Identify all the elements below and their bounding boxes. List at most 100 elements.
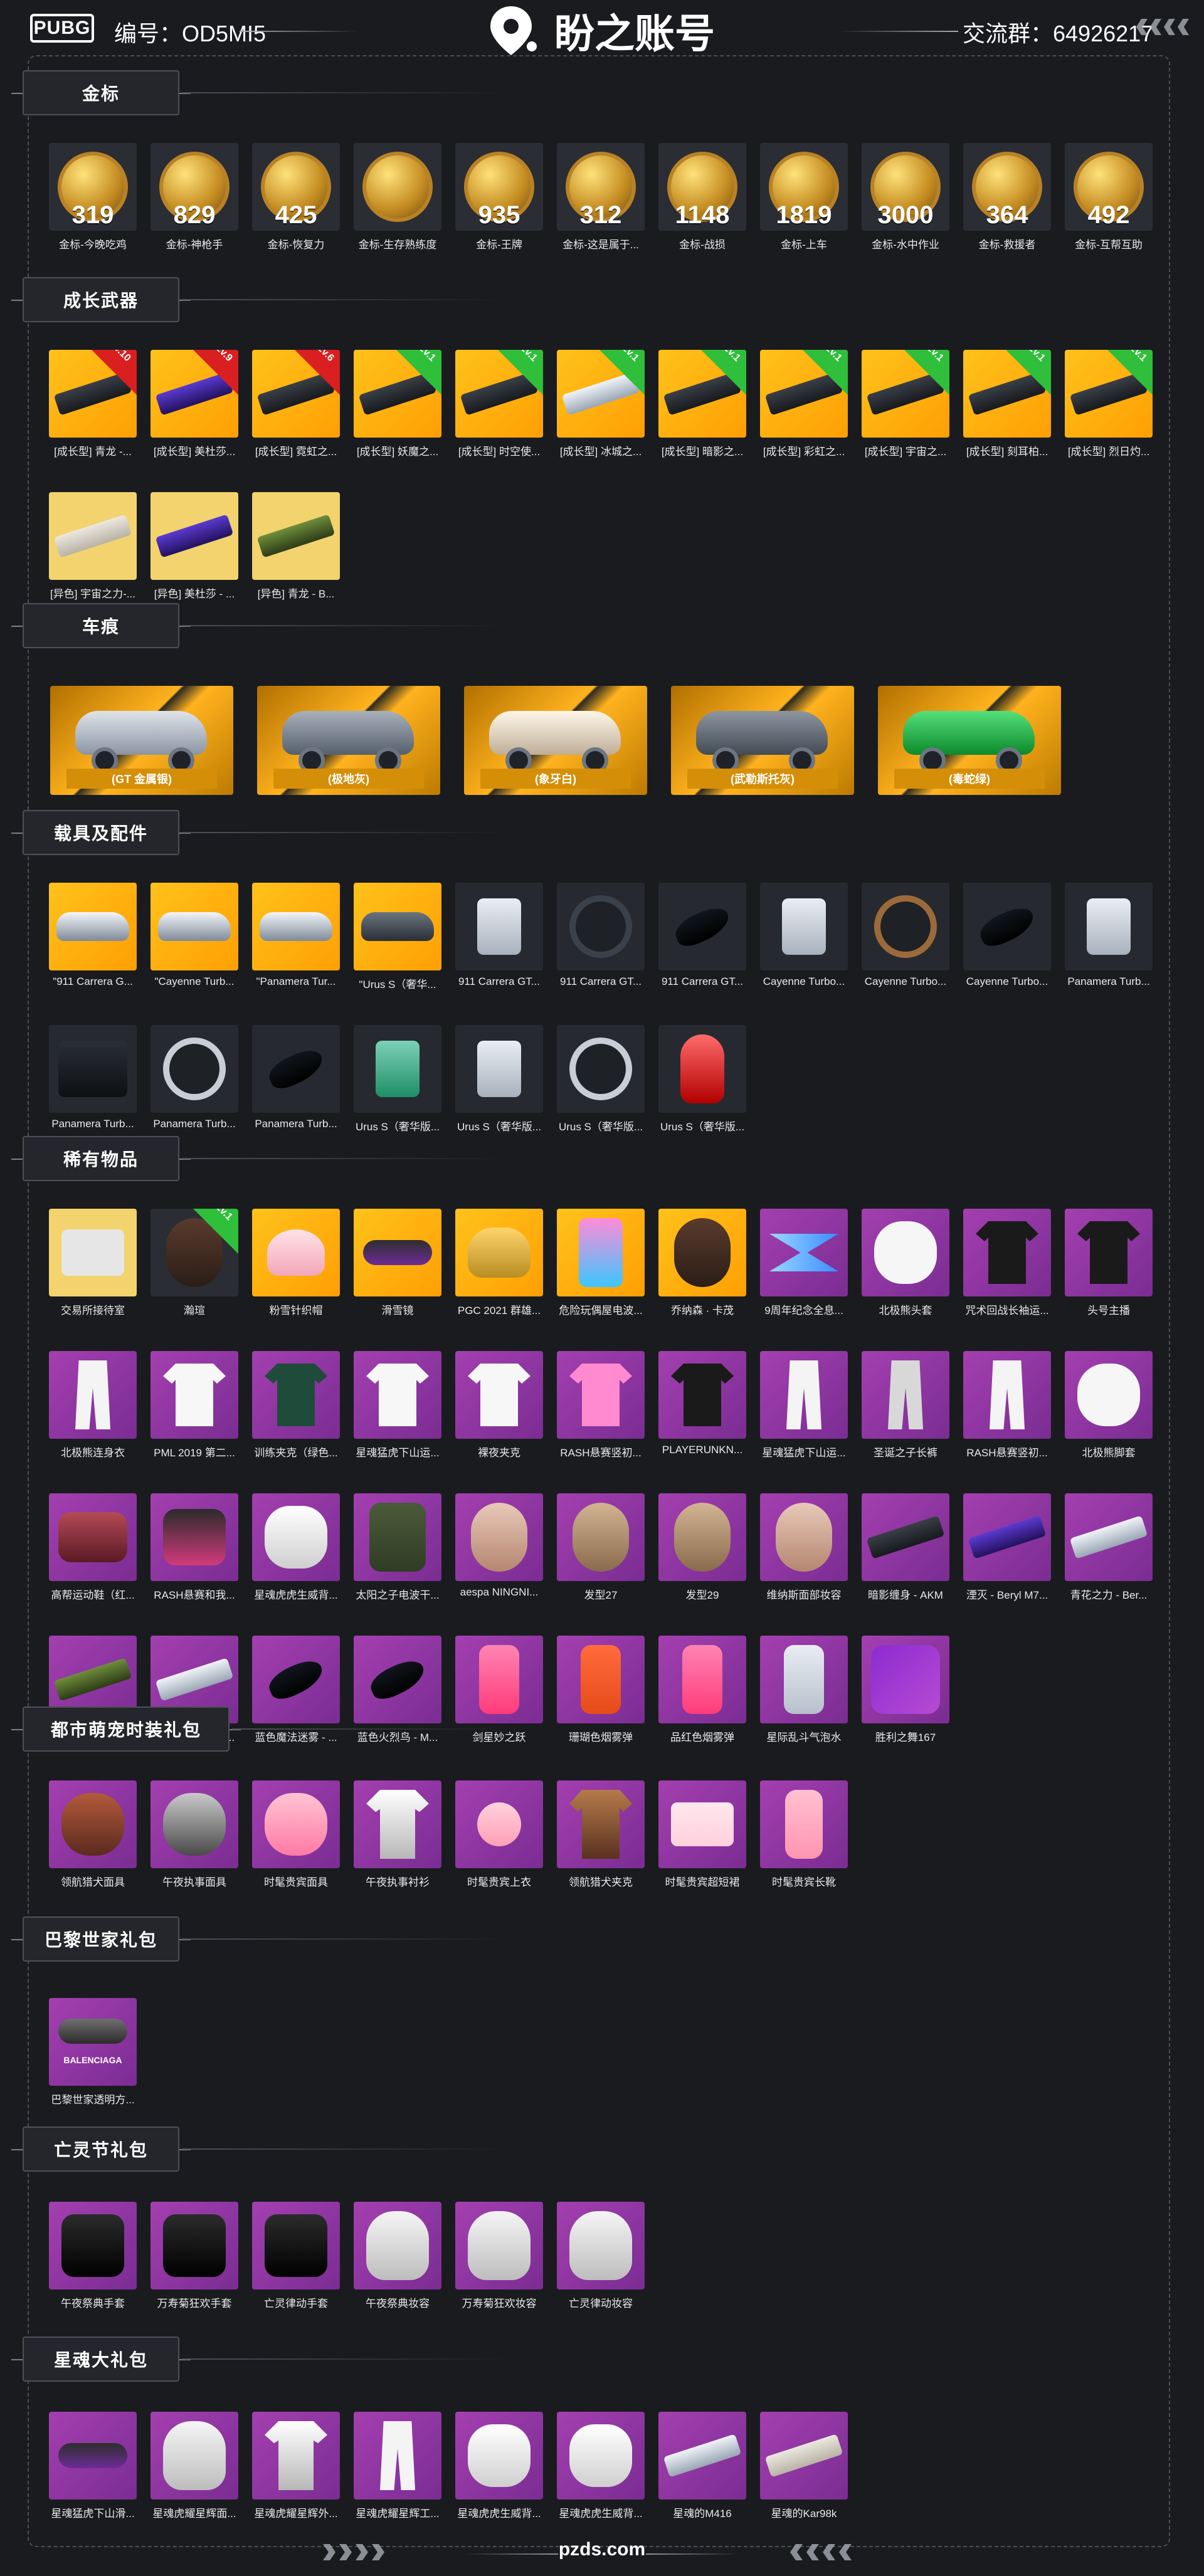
star-soul-item[interactable]: 星魂虎耀星辉面... — [150, 2412, 238, 2520]
rare-item[interactable]: 裸夜夹克 — [455, 1351, 543, 1459]
star-soul-item[interactable]: 星魂猛虎下山滑... — [49, 2412, 137, 2520]
star-soul-thumb[interactable] — [760, 2412, 848, 2500]
urban-pet-thumb[interactable] — [49, 1780, 137, 1868]
weapon-thumb[interactable]: Lv.1 — [455, 350, 543, 438]
dead-day-thumb[interactable] — [252, 2202, 340, 2289]
vehicle-part-thumb[interactable] — [557, 1025, 645, 1113]
rare-item[interactable]: 高帮运动鞋（红... — [49, 1493, 137, 1602]
rare-item[interactable]: 星魂猛虎下山运... — [760, 1351, 848, 1459]
rare-item[interactable]: 9周年纪念全息... — [760, 1209, 848, 1317]
vehicle-part-item[interactable]: "911 Carrera G... — [49, 883, 137, 991]
rare-item[interactable]: 北极熊连身衣 — [49, 1351, 137, 1459]
vehicle-card[interactable]: (极地灰) — [257, 686, 440, 795]
dead-day-thumb[interactable] — [455, 2202, 543, 2289]
rare-item-thumb[interactable] — [1065, 1209, 1153, 1296]
rare-item-thumb[interactable] — [963, 1493, 1051, 1581]
rare-item-thumb[interactable]: Lv.1 — [150, 1209, 238, 1296]
rare-item[interactable]: 北极熊脚套 — [1065, 1351, 1153, 1459]
rare-item[interactable]: RASH悬赛和我... — [150, 1493, 238, 1602]
vehicle-part-thumb[interactable] — [760, 883, 848, 970]
rare-item-thumb[interactable] — [354, 1351, 441, 1439]
urban-pet-item[interactable]: 午夜执事衬衫 — [354, 1780, 441, 1889]
vehicle-part-item[interactable]: "Cayenne Turb... — [150, 883, 238, 991]
rare-item-thumb[interactable] — [150, 1351, 238, 1439]
vehicle-part-item[interactable]: 911 Carrera GT... — [557, 883, 645, 991]
vehicle-part-item[interactable]: 911 Carrera GT... — [658, 883, 746, 991]
weapon-thumb[interactable]: Lv.1 — [354, 350, 441, 438]
rare-item-thumb[interactable] — [455, 1351, 543, 1439]
dead-day-item[interactable]: 万寿菊狂欢妆容 — [455, 2202, 543, 2310]
gold-badge-item[interactable]: 829 金标-神枪手 — [150, 143, 238, 251]
dead-day-thumb[interactable] — [557, 2202, 645, 2289]
rare-item[interactable]: PLAYERUNKN... — [658, 1351, 746, 1459]
weapon-thumb[interactable] — [252, 492, 340, 580]
weapon-item[interactable]: Lv.10 [成长型] 青龙 -... — [49, 350, 137, 458]
vehicle-part-item[interactable]: "Panamera Tur... — [252, 883, 340, 991]
vehicle-part-item[interactable]: Cayenne Turbo... — [760, 883, 848, 991]
gold-badge-item[interactable]: 492 金标-互帮互助 — [1065, 143, 1153, 251]
weapon-thumb[interactable] — [49, 492, 137, 580]
rare-item[interactable]: 训练夹克（绿色... — [252, 1351, 340, 1459]
star-soul-item[interactable]: 星魂虎虎生威背... — [557, 2412, 645, 2520]
star-soul-thumb[interactable] — [252, 2412, 340, 2500]
gold-badge-thumb[interactable]: 935 — [455, 143, 543, 231]
urban-pet-item[interactable]: 时髦贵宾长靴 — [760, 1780, 848, 1889]
urban-pet-thumb[interactable] — [455, 1780, 543, 1868]
star-soul-thumb[interactable] — [49, 2412, 137, 2500]
rare-item-thumb[interactable] — [150, 1493, 238, 1581]
gold-badge-item[interactable]: 1148 金标-战损 — [658, 143, 746, 251]
star-soul-item[interactable]: 星魂的M416 — [658, 2412, 746, 2520]
rare-item-thumb[interactable] — [354, 1493, 441, 1581]
dead-day-item[interactable]: 午夜祭典手套 — [49, 2202, 137, 2310]
gold-badge-thumb[interactable]: 492 — [1065, 143, 1153, 231]
rare-item[interactable]: 青花之力 - Ber... — [1065, 1493, 1153, 1602]
vehicle-part-thumb[interactable] — [658, 1025, 746, 1113]
urban-pet-item[interactable]: 时髦贵宾面具 — [252, 1780, 340, 1889]
rare-item-thumb[interactable] — [49, 1209, 137, 1296]
gold-badge-item[interactable]: 319 金标-今晚吃鸡 — [49, 143, 137, 251]
vehicle-part-item[interactable]: Cayenne Turbo... — [862, 883, 949, 991]
gold-badge-item[interactable]: 364 金标-救援者 — [963, 143, 1051, 251]
weapon-thumb[interactable]: Lv.1 — [963, 350, 1051, 438]
gold-badge-item[interactable]: 312 金标-这是属于... — [557, 143, 645, 251]
rare-item[interactable]: RASH悬赛竖初... — [557, 1351, 645, 1459]
rare-item-thumb[interactable] — [760, 1493, 848, 1581]
vehicle-part-thumb[interactable] — [252, 883, 340, 970]
rare-item-thumb[interactable] — [760, 1209, 848, 1296]
dead-day-thumb[interactable] — [49, 2202, 137, 2289]
weapon-thumb[interactable]: Lv.1 — [760, 350, 848, 438]
star-soul-thumb[interactable] — [658, 2412, 746, 2500]
dead-day-item[interactable]: 午夜祭典妆容 — [354, 2202, 441, 2310]
rare-item-thumb[interactable] — [963, 1209, 1051, 1296]
rare-item-thumb[interactable] — [455, 1209, 543, 1296]
rare-item[interactable]: 危险玩偶屋电波... — [557, 1209, 645, 1317]
rare-item[interactable]: 太阳之子电波干... — [354, 1493, 441, 1602]
weapon-item[interactable]: [异色] 宇宙之力-... — [49, 492, 137, 601]
gold-badge-thumb[interactable] — [354, 143, 441, 231]
weapon-item[interactable]: Lv.1 [成长型] 彩虹之... — [760, 350, 848, 458]
urban-pet-item[interactable]: 时髦贵宾上衣 — [455, 1780, 543, 1889]
urban-pet-item[interactable]: 领航猎犬面具 — [49, 1780, 137, 1889]
rare-item[interactable]: 维纳斯面部妆容 — [760, 1493, 848, 1602]
urban-pet-thumb[interactable] — [557, 1780, 645, 1868]
urban-pet-item[interactable]: 时髦贵宾超短裙 — [658, 1780, 746, 1889]
urban-pet-item[interactable]: 领航猎犬夹克 — [557, 1780, 645, 1889]
rare-item-thumb[interactable] — [862, 1209, 949, 1296]
paris-thumb[interactable]: BALENCIAGA — [49, 1998, 137, 2086]
urban-pet-thumb[interactable] — [658, 1780, 746, 1868]
weapon-item[interactable]: Lv.6 [成长型] 霓虹之... — [252, 350, 340, 458]
rare-item-thumb[interactable] — [658, 1351, 746, 1439]
star-soul-item[interactable]: 星魂虎耀星辉外... — [252, 2412, 340, 2520]
rare-item[interactable]: 星魂虎虎生威背... — [252, 1493, 340, 1602]
vehicle-part-thumb[interactable] — [49, 1025, 137, 1113]
weapon-thumb[interactable]: Lv.1 — [1065, 350, 1153, 438]
weapon-thumb[interactable]: Lv.1 — [557, 350, 645, 438]
gold-badge-thumb[interactable]: 829 — [150, 143, 238, 231]
gold-badge-thumb[interactable]: 425 — [252, 143, 340, 231]
vehicle-part-thumb[interactable] — [150, 1025, 238, 1113]
rare-item[interactable]: aespa NINGNI... — [455, 1493, 543, 1602]
rare-item-thumb[interactable] — [252, 1351, 340, 1439]
rare-item[interactable]: 发型29 — [658, 1493, 746, 1602]
vehicle-card[interactable]: (GT 金属银) — [50, 686, 233, 795]
star-soul-item[interactable]: 星魂的Kar98k — [760, 2412, 848, 2520]
